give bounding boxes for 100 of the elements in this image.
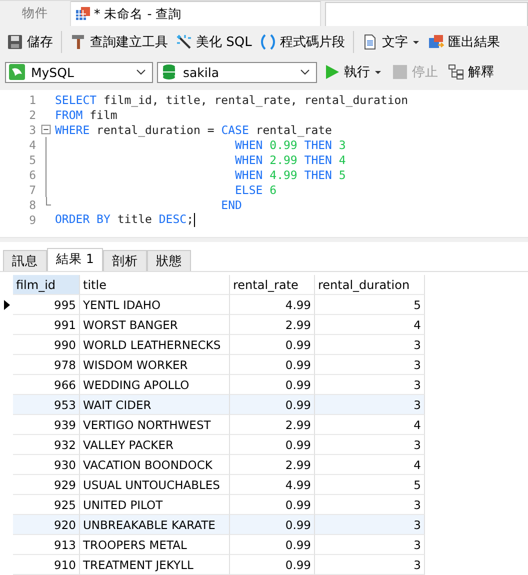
table-cell: 3 <box>315 395 425 415</box>
code-line: WHEN 2.99 THEN 4 <box>234 152 346 166</box>
save-icon <box>7 34 23 50</box>
toolbar-button[interactable]: 文字 <box>358 31 423 53</box>
table-cell: 910 <box>13 555 80 575</box>
line-number: 7 <box>28 182 36 196</box>
document-tab[interactable]: * 未命名 - 查詢 <box>71 1 321 26</box>
table-cell: 4.99 <box>230 475 315 495</box>
table-cell: 3 <box>315 535 425 555</box>
toolbar-button[interactable]: 解釋 <box>445 61 497 83</box>
result-tab[interactable]: 狀態 <box>146 250 191 271</box>
table-cell: 0.99 <box>230 355 315 375</box>
table-cell: WISDOM WORKER <box>80 355 230 375</box>
line-number: 6 <box>28 168 36 182</box>
table-icon <box>75 6 91 22</box>
table-cell: 4.99 <box>230 295 315 315</box>
connection-dropdown[interactable]: MySQL <box>5 62 153 82</box>
table-cell: 2.99 <box>230 415 315 435</box>
table-cell: 4 <box>315 415 425 435</box>
table-cell: 3 <box>315 435 425 455</box>
toolbar-button[interactable]: 儲存 <box>4 31 56 53</box>
table-cell: 929 <box>13 475 80 495</box>
code-line: SELECT film_id, title, rental_rate, rental_duration <box>55 92 408 106</box>
table-cell: 3 <box>315 355 425 375</box>
table-cell: 0.99 <box>230 435 315 455</box>
table-cell: WORLD LEATHERNECKS <box>80 335 230 355</box>
table-cell: 939 <box>13 415 80 435</box>
table-cell: 3 <box>315 335 425 355</box>
table-cell: 0.99 <box>230 515 315 535</box>
table-cell: 920 <box>13 515 80 535</box>
result-tab[interactable]: 訊息 <box>3 250 47 271</box>
table-cell: WORST BANGER <box>80 315 230 335</box>
line-number: 2 <box>28 108 36 122</box>
chevron-icon <box>300 69 310 75</box>
column-header[interactable]: rental_duration <box>315 275 425 295</box>
table-cell: 3 <box>315 515 425 535</box>
table-cell: 953 <box>13 395 80 415</box>
table-cell: UNBREAKABLE KARATE <box>80 515 230 535</box>
line-number: 3 <box>28 122 36 136</box>
table-cell: 966 <box>13 375 80 395</box>
magic-wand-icon <box>176 34 192 50</box>
code-line: WHERE rental_duration = CASE rental_rate <box>55 122 332 136</box>
table-cell: WAIT CIDER <box>80 395 230 415</box>
line-number: 9 <box>28 212 36 226</box>
table-cell: VACATION BOONDOCK <box>80 455 230 475</box>
line-number: 1 <box>28 92 36 106</box>
table-cell: 4 <box>315 455 425 475</box>
diagram-icon <box>448 64 464 80</box>
table-cell: 0.99 <box>230 335 315 355</box>
column-header[interactable]: rental_rate <box>230 275 315 295</box>
line-number: 5 <box>28 152 36 166</box>
stop-icon <box>392 64 408 80</box>
collapse-icon[interactable] <box>40 122 50 137</box>
table-cell: 2.99 <box>230 455 315 475</box>
table-cell: YENTL IDAHO <box>80 295 230 315</box>
line-number: 8 <box>28 198 36 212</box>
document-icon <box>362 34 378 50</box>
table-cell: 913 <box>13 535 80 555</box>
table-cell: USUAL UNTOUCHABLES <box>80 475 230 495</box>
caret-icon <box>374 68 382 76</box>
code-line: ORDER BY title DESC; <box>55 212 194 227</box>
table-cell: 0.99 <box>230 395 315 415</box>
table-cell: 2.99 <box>230 315 315 335</box>
line-number: 4 <box>28 138 36 152</box>
table-cell: 4 <box>315 315 425 335</box>
result-tab[interactable]: 剖析 <box>102 250 147 271</box>
table-cell: 995 <box>13 295 80 315</box>
chevron-icon <box>136 69 146 75</box>
parentheses-icon <box>260 34 276 50</box>
code-line: WHEN 0.99 THEN 3 <box>234 138 346 152</box>
toolbar-button[interactable]: 查詢建立工具 <box>67 31 171 53</box>
table-cell: 932 <box>13 435 80 455</box>
code-line: END <box>220 198 242 212</box>
code-line: FROM film <box>55 108 118 122</box>
toolbar-button[interactable]: 美化 SQL <box>173 31 255 53</box>
table-cell: VALLEY PACKER <box>80 435 230 455</box>
code-line: ELSE 6 <box>234 182 277 196</box>
table-cell: 5 <box>315 295 425 315</box>
code-line: WHEN 4.99 THEN 5 <box>234 168 346 182</box>
export-icon <box>428 34 444 50</box>
toolbar-button[interactable]: 匯出結果 <box>424 31 503 53</box>
database-dropdown[interactable]: sakila <box>157 62 317 82</box>
database-icon <box>161 64 177 80</box>
result-tab[interactable]: 結果 1 <box>47 248 103 271</box>
column-header[interactable]: title <box>80 275 230 295</box>
toolbar-button[interactable]: 程式碼片段 <box>256 31 348 53</box>
table-cell: TROOPERS METAL <box>80 535 230 555</box>
column-header[interactable]: film_id <box>13 275 80 295</box>
table-cell: 3 <box>315 555 425 575</box>
table-cell: 990 <box>13 335 80 355</box>
hammer-icon <box>70 34 86 50</box>
table-cell: 991 <box>13 315 80 335</box>
table-cell: 930 <box>13 455 80 475</box>
play-icon <box>324 64 340 80</box>
table-cell: 5 <box>315 475 425 495</box>
table-cell: 978 <box>13 355 80 375</box>
toolbar-button[interactable]: 執行 <box>321 61 385 83</box>
table-cell: 0.99 <box>230 535 315 555</box>
table-cell: VERTIGO NORTHWEST <box>80 415 230 435</box>
table-cell: TREATMENT JEKYLL <box>80 555 230 575</box>
